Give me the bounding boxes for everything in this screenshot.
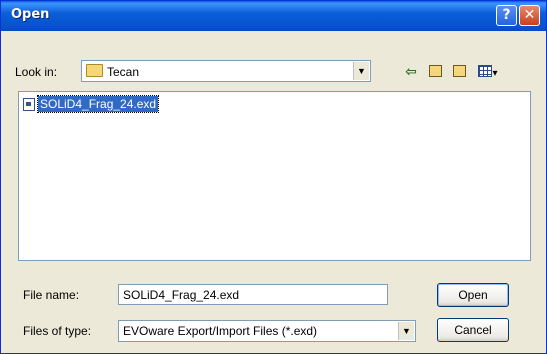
file-list-item-name: SOLiD4_Frag_24.exd: [36, 95, 160, 113]
new-folder-icon: [452, 65, 466, 77]
look-in-combo[interactable]: Tecan ▼: [81, 60, 371, 82]
view-list-icon: [478, 65, 493, 77]
title-bar[interactable]: Open ? ✕: [1, 1, 546, 31]
up-folder-icon: [428, 65, 442, 77]
chevron-down-icon: ▾: [492, 68, 498, 79]
file-type-value: EVOware Export/Import Files (*.exd): [123, 324, 318, 338]
chevron-down-icon: ▼: [402, 326, 411, 336]
open-dialog: Open ? ✕ Look in: Tecan ▼ ⇦ ▾ SOLiD4_Fra…: [0, 0, 547, 354]
create-new-folder-button[interactable]: [449, 61, 469, 81]
look-in-folder-name: Tecan: [107, 65, 140, 79]
look-in-dropdown-button[interactable]: ▼: [353, 62, 369, 80]
cancel-button[interactable]: Cancel: [437, 318, 509, 342]
file-name-input[interactable]: SOLiD4_Frag_24.exd: [118, 284, 388, 305]
back-button[interactable]: ⇦: [401, 61, 421, 81]
look-in-label: Look in:: [15, 65, 58, 79]
help-icon: ?: [502, 7, 511, 23]
back-arrow-icon: ⇦: [405, 63, 417, 79]
file-list-item[interactable]: SOLiD4_Frag_24.exd: [23, 95, 160, 113]
file-list[interactable]: SOLiD4_Frag_24.exd: [18, 91, 531, 261]
dialog-title: Open: [11, 7, 50, 22]
help-button[interactable]: ?: [496, 5, 517, 26]
file-type-combo[interactable]: EVOware Export/Import Files (*.exd) ▼: [118, 320, 416, 342]
close-button[interactable]: ✕: [519, 5, 540, 26]
folder-icon: [86, 64, 103, 77]
exd-file-icon: [23, 97, 35, 111]
file-type-dropdown-button[interactable]: ▼: [398, 322, 414, 340]
up-one-level-button[interactable]: [425, 61, 445, 81]
close-icon: ✕: [523, 7, 536, 23]
file-type-label: Files of type:: [23, 324, 92, 338]
open-button[interactable]: Open: [437, 283, 509, 307]
file-name-label: File name:: [23, 288, 80, 302]
file-name-value: SOLiD4_Frag_24.exd: [123, 288, 240, 302]
look-in-value: Tecan: [86, 64, 139, 79]
view-menu-button[interactable]: ▾: [473, 61, 503, 81]
chevron-down-icon: ▼: [357, 66, 366, 76]
